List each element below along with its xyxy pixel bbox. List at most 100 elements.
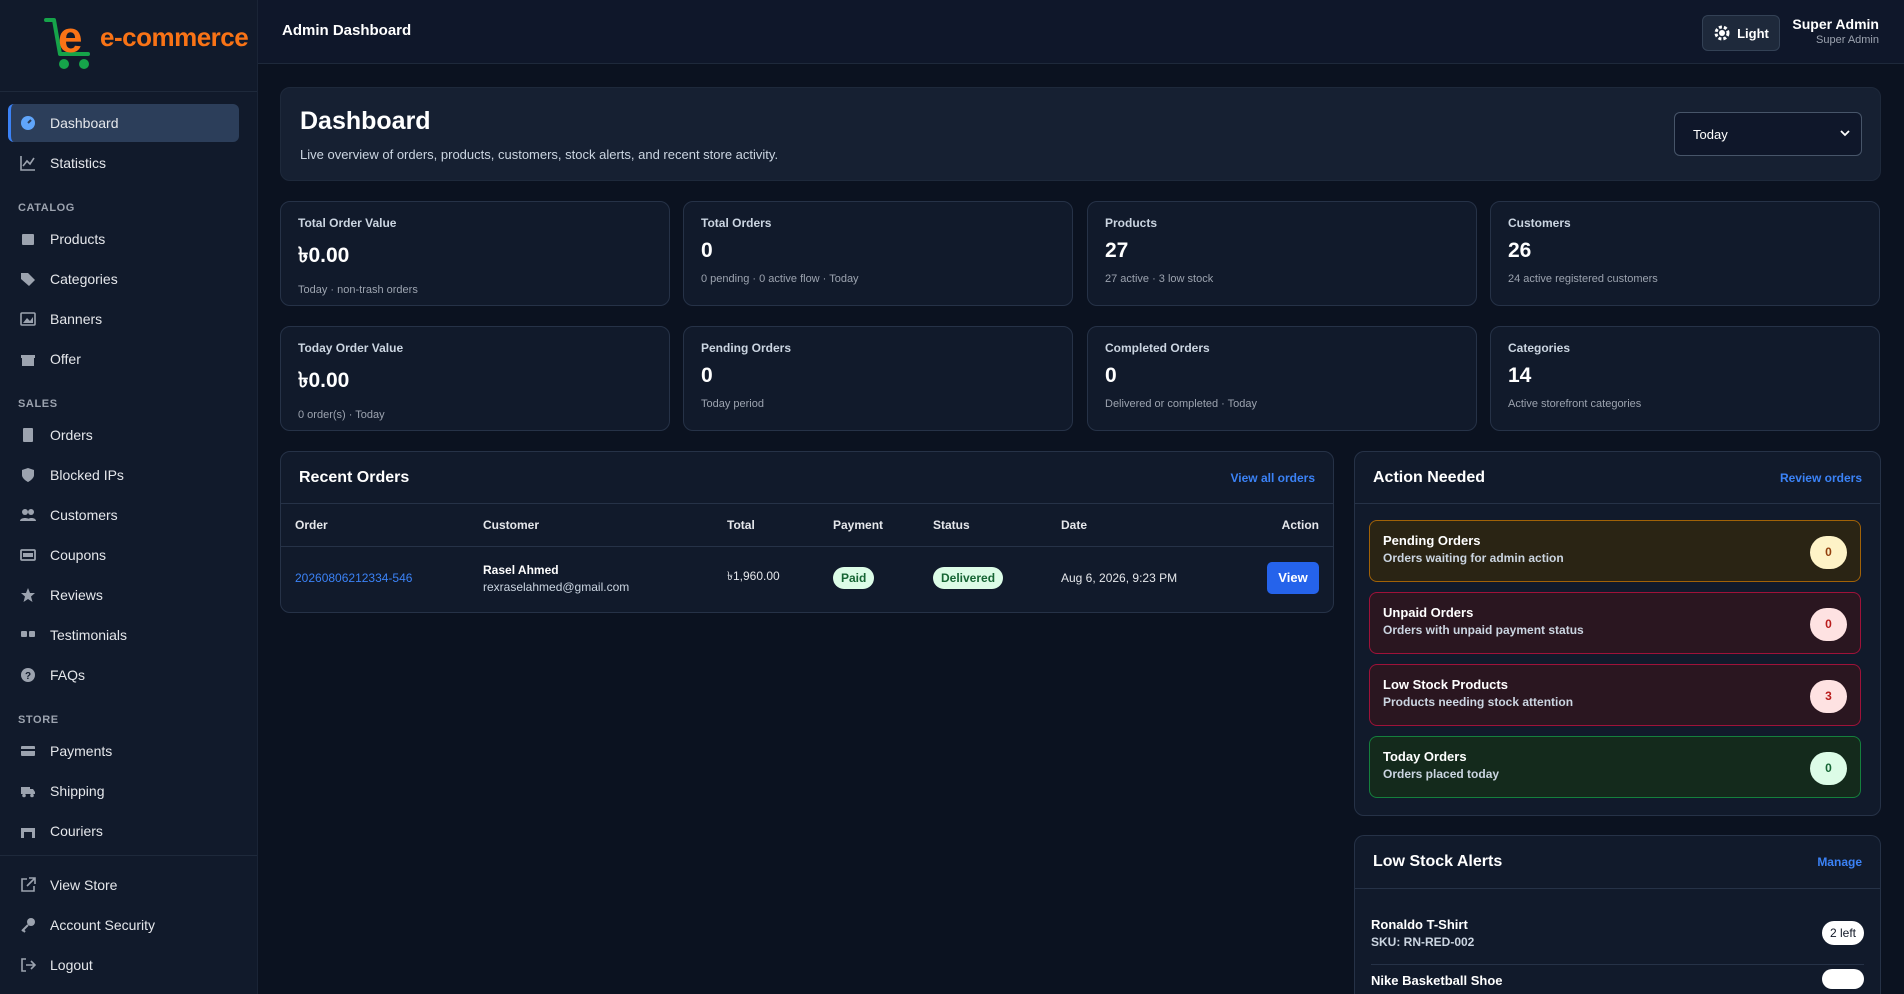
view-order-button[interactable]: View	[1267, 562, 1319, 595]
sidebar-item-label: FAQs	[50, 667, 86, 683]
stat-sub: 0 pending · 0 active flow · Today	[701, 273, 859, 285]
sidebar-nav: Dashboard Statistics CATALOG Products Ca…	[0, 92, 257, 850]
alert-pending-orders[interactable]: Pending Orders Orders waiting for admin …	[1369, 520, 1861, 582]
sidebar-item-banners[interactable]: Banners	[8, 300, 239, 338]
action-needed-panel: Action Needed Review orders Pending Orde…	[1354, 451, 1881, 816]
sidebar-item-statistics[interactable]: Statistics	[8, 144, 239, 182]
alert-count-badge: 0	[1810, 752, 1847, 785]
alert-count-badge: 0	[1810, 608, 1847, 641]
topbar: Admin Dashboard Light Super Admin Super …	[258, 0, 1904, 64]
stat-value: 27	[1105, 239, 1129, 262]
sidebar-item-label: Products	[50, 231, 106, 247]
sidebar-item-coupons[interactable]: Coupons	[8, 536, 239, 574]
view-all-orders-link[interactable]: View all orders	[1231, 471, 1316, 485]
period-select[interactable]: Today	[1674, 112, 1862, 156]
stat-value: ৳0.00	[298, 369, 350, 392]
stat-label: Today Order Value	[298, 341, 404, 355]
recent-orders-header: Recent Orders View all orders	[281, 452, 1333, 504]
action-needed-title: Action Needed	[1373, 468, 1486, 486]
stat-sub: 27 active · 3 low stock	[1105, 273, 1214, 285]
sidebar-item-categories[interactable]: Categories	[8, 260, 239, 298]
order-number-link[interactable]: 20260806212334-546	[295, 571, 412, 585]
sidebar-item-label: View Store	[50, 877, 118, 893]
sidebar-item-label: Shipping	[50, 783, 105, 799]
quote-icon	[20, 627, 36, 643]
star-icon	[20, 587, 36, 603]
stat-card-completed-orders: Completed Orders 0 Delivered or complete…	[1087, 326, 1477, 431]
svg-text:?: ?	[25, 671, 31, 682]
sidebar-item-customers[interactable]: Customers	[8, 496, 239, 534]
user-menu[interactable]: Super Admin Super Admin	[1792, 16, 1879, 46]
sidebar-item-label: Account Security	[50, 917, 156, 933]
sidebar-item-view-store[interactable]: View Store	[8, 866, 239, 904]
stat-value: 14	[1508, 364, 1532, 387]
sidebar-item-couriers[interactable]: Couriers	[8, 812, 239, 850]
gift-icon	[20, 351, 36, 367]
sidebar-item-label: Reviews	[50, 587, 103, 603]
stat-card-total-order-value: Total Order Value ৳0.00 Today · non-tras…	[280, 201, 670, 306]
order-status-badge: Delivered	[933, 567, 1004, 590]
nav-section-sales: SALES	[18, 398, 58, 410]
alert-today-orders[interactable]: Today Orders Orders placed today 0	[1369, 736, 1861, 798]
credit-card-icon	[20, 743, 36, 759]
theme-toggle-button[interactable]: Light	[1702, 15, 1780, 51]
column-header-status: Status	[919, 504, 1047, 547]
sidebar-item-testimonials[interactable]: Testimonials	[8, 616, 239, 654]
alert-unpaid-orders[interactable]: Unpaid Orders Orders with unpaid payment…	[1369, 592, 1861, 654]
sidebar-item-payments[interactable]: Payments	[8, 732, 239, 770]
sidebar-item-dashboard[interactable]: Dashboard	[8, 104, 239, 142]
stat-card-customers: Customers 26 24 active registered custom…	[1490, 201, 1880, 306]
sidebar-item-shipping[interactable]: Shipping	[8, 772, 239, 810]
review-orders-link[interactable]: Review orders	[1780, 471, 1862, 485]
external-link-icon	[20, 877, 36, 893]
low-stock-panel: Low Stock Alerts Manage Ronaldo T-Shirt …	[1354, 835, 1881, 994]
question-circle-icon: ?	[20, 667, 36, 683]
sidebar-item-logout[interactable]: Logout	[8, 946, 239, 984]
stat-value: 0	[701, 239, 713, 262]
image-icon	[20, 311, 36, 327]
shield-icon	[20, 467, 36, 483]
sidebar-item-products[interactable]: Products	[8, 220, 239, 258]
sidebar-item-label: Testimonials	[50, 627, 128, 643]
line-chart-icon	[20, 155, 36, 171]
column-header-customer: Customer	[469, 504, 713, 547]
brand-logo[interactable]: e e-commerce	[0, 0, 257, 92]
list-item[interactable]: Nike Basketball Shoe	[1371, 967, 1864, 994]
warehouse-icon	[20, 823, 36, 839]
sidebar-item-blocked-ips[interactable]: Blocked IPs	[8, 456, 239, 494]
column-header-order: Order	[281, 504, 469, 547]
column-header-action: Action	[1227, 504, 1333, 547]
sidebar-item-label: Banners	[50, 311, 103, 327]
stat-sub: 24 active registered customers	[1508, 273, 1658, 285]
manage-stock-link[interactable]: Manage	[1817, 855, 1862, 869]
sidebar-item-faqs[interactable]: ? FAQs	[8, 656, 239, 694]
dashboard-hero: Dashboard Live overview of orders, produ…	[280, 87, 1881, 181]
brand-name: e-commerce	[100, 22, 249, 52]
box-icon	[20, 231, 36, 247]
alert-title: Today Orders	[1383, 749, 1467, 764]
truck-icon	[20, 783, 36, 799]
stat-label: Products	[1105, 216, 1158, 230]
stat-label: Total Orders	[701, 216, 772, 230]
action-needed-header: Action Needed Review orders	[1355, 452, 1880, 504]
page-subtitle: Live overview of orders, products, custo…	[300, 147, 779, 162]
stat-card-categories: Categories 14 Active storefront categori…	[1490, 326, 1880, 431]
product-name: Nike Basketball Shoe	[1371, 973, 1503, 988]
column-header-date: Date	[1047, 504, 1227, 547]
page-header-title: Admin Dashboard	[282, 22, 412, 39]
alert-title: Unpaid Orders	[1383, 605, 1474, 620]
svg-text:e: e	[58, 16, 82, 62]
stat-value: 0	[701, 364, 713, 387]
sidebar-item-account-security[interactable]: Account Security	[8, 906, 239, 944]
sidebar-item-reviews[interactable]: Reviews	[8, 576, 239, 614]
recent-orders-panel: Recent Orders View all orders Order Cust…	[280, 451, 1334, 613]
list-item[interactable]: Ronaldo T-Shirt SKU: RN-RED-002 2 left	[1371, 905, 1864, 965]
nav-section-catalog: CATALOG	[18, 202, 75, 214]
user-role: Super Admin	[1816, 34, 1879, 46]
alert-low-stock-products[interactable]: Low Stock Products Products needing stoc…	[1369, 664, 1861, 726]
low-stock-title: Low Stock Alerts	[1373, 853, 1503, 870]
sidebar-item-offer[interactable]: Offer	[8, 340, 239, 378]
sidebar-item-orders[interactable]: Orders	[8, 416, 239, 454]
stat-sub: Active storefront categories	[1508, 398, 1642, 410]
stat-value: 0	[1105, 364, 1117, 387]
